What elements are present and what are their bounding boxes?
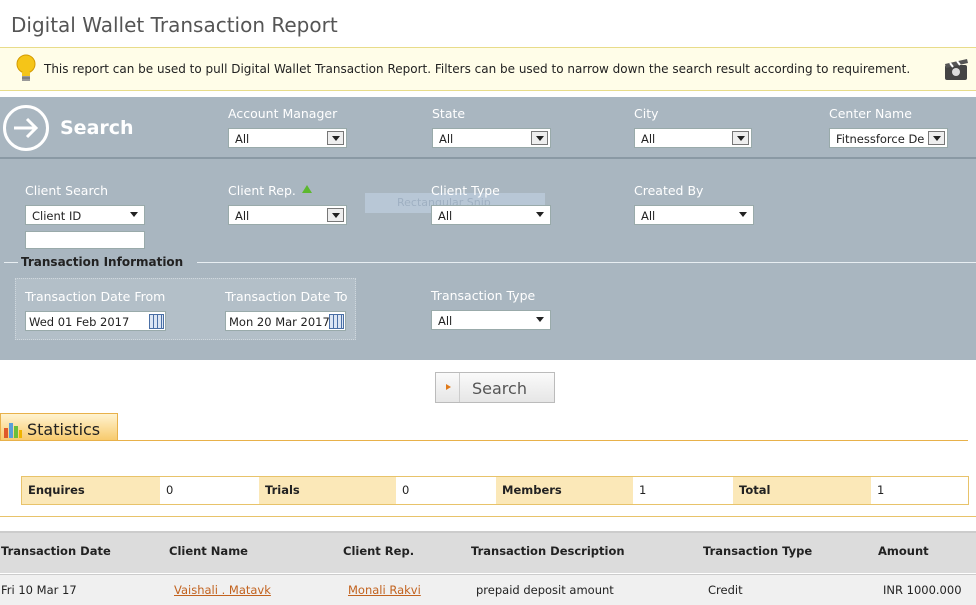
client-rep-label: Client Rep. xyxy=(228,183,312,198)
chevron-down-icon xyxy=(536,212,544,217)
client-type-select[interactable]: All xyxy=(431,205,551,225)
client-type-label: Client Type xyxy=(431,183,500,198)
chevron-down-icon xyxy=(928,131,945,145)
info-bar: This report can be used to pull Digital … xyxy=(0,47,976,91)
column-header-client-name[interactable]: Client Name xyxy=(169,544,248,558)
legend-line xyxy=(197,262,976,263)
account-manager-label: Account Manager xyxy=(228,106,338,121)
stat-label-members: Members xyxy=(496,477,633,504)
stat-value-total: 1 xyxy=(871,477,968,504)
divider xyxy=(0,516,976,517)
client-rep-select[interactable]: All xyxy=(228,205,347,225)
search-heading: Search xyxy=(60,117,134,139)
search-panel: Search Account Manager All State All Cit… xyxy=(0,97,976,360)
client-search-select[interactable]: Client ID xyxy=(25,205,145,225)
table-row: Fri 10 Mar 17 Vaishali . Matavk Monali R… xyxy=(0,574,976,605)
column-header-transaction-type[interactable]: Transaction Type xyxy=(703,544,812,558)
column-header-amount[interactable]: Amount xyxy=(878,544,929,558)
play-arrow-icon xyxy=(436,373,460,402)
transaction-type-select[interactable]: All xyxy=(431,310,551,330)
date-range-group: Transaction Date From Wed 01 Feb 2017 Tr… xyxy=(15,278,356,340)
column-header-transaction-description[interactable]: Transaction Description xyxy=(471,544,625,558)
created-by-select[interactable]: All xyxy=(634,205,754,225)
created-by-label: Created By xyxy=(634,183,704,198)
cell-transaction-date: Fri 10 Mar 17 xyxy=(1,583,77,597)
stat-value-trials: 0 xyxy=(396,477,496,504)
client-name-link[interactable]: Vaishali . Matavk xyxy=(174,583,271,597)
calendar-icon[interactable] xyxy=(329,314,344,329)
date-to-label: Transaction Date To xyxy=(225,289,348,304)
stat-value-members: 1 xyxy=(633,477,733,504)
city-select[interactable]: All xyxy=(634,128,752,148)
account-manager-select[interactable]: All xyxy=(228,128,347,148)
triangle-up-icon xyxy=(301,185,312,193)
client-search-input[interactable] xyxy=(25,231,145,249)
divider xyxy=(0,440,968,441)
city-label: City xyxy=(634,106,659,121)
search-button[interactable]: Search xyxy=(435,372,555,403)
client-rep-link[interactable]: Monali Rakvi xyxy=(348,583,421,597)
video-help-icon[interactable] xyxy=(944,56,970,82)
stat-value-enquires: 0 xyxy=(160,477,259,504)
grid-header: Transaction Date Client Name Client Rep.… xyxy=(0,531,976,573)
statistics-table: Enquires 0 Trials 0 Members 1 Total 1 xyxy=(21,476,969,505)
search-button-label: Search xyxy=(472,379,527,398)
tab-statistics[interactable]: Statistics xyxy=(0,413,118,441)
chevron-down-icon xyxy=(531,131,548,145)
search-panel-header: Search Account Manager All State All Cit… xyxy=(0,97,976,159)
date-from-label: Transaction Date From xyxy=(25,289,166,304)
chevron-down-icon xyxy=(327,131,344,145)
client-search-label: Client Search xyxy=(25,183,109,198)
info-text: This report can be used to pull Digital … xyxy=(44,62,911,76)
state-label: State xyxy=(432,106,466,121)
date-to-input[interactable]: Mon 20 Mar 2017 xyxy=(225,311,346,331)
bar-chart-icon xyxy=(4,423,22,438)
statistics-label: Statistics xyxy=(27,420,101,439)
chevron-down-icon xyxy=(732,131,749,145)
chevron-down-icon xyxy=(536,317,544,322)
center-name-label: Center Name xyxy=(829,106,912,121)
transaction-info-legend: Transaction Information xyxy=(21,255,184,269)
date-from-input[interactable]: Wed 01 Feb 2017 xyxy=(25,311,166,331)
page-title: Digital Wallet Transaction Report xyxy=(11,13,338,37)
transaction-type-label: Transaction Type xyxy=(431,288,536,303)
legend-line xyxy=(4,262,18,263)
cell-amount: INR 1000.000 xyxy=(883,583,962,597)
column-header-transaction-date[interactable]: Transaction Date xyxy=(1,544,111,558)
cell-transaction-type: Credit xyxy=(708,583,743,597)
chevron-down-icon xyxy=(130,212,138,217)
stat-label-trials: Trials xyxy=(259,477,396,504)
column-header-client-rep[interactable]: Client Rep. xyxy=(343,544,414,558)
search-arrow-icon xyxy=(3,105,49,151)
lightbulb-icon xyxy=(16,54,36,81)
calendar-icon[interactable] xyxy=(149,314,164,329)
chevron-down-icon xyxy=(327,208,344,222)
center-name-select[interactable]: Fitnessforce De xyxy=(829,128,948,148)
stat-label-enquires: Enquires xyxy=(22,477,160,504)
state-select[interactable]: All xyxy=(432,128,551,148)
chevron-down-icon xyxy=(739,212,747,217)
cell-transaction-description: prepaid deposit amount xyxy=(476,583,614,597)
stat-label-total: Total xyxy=(733,477,871,504)
